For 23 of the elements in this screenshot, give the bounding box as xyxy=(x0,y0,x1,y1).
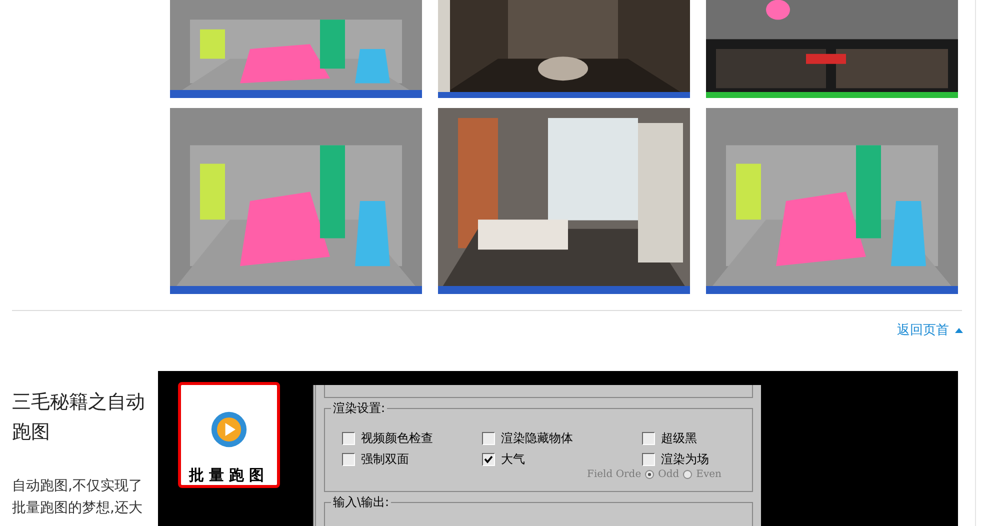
checkbox[interactable] xyxy=(342,432,355,445)
checkbox[interactable] xyxy=(642,453,655,466)
checkbox-label: 强制双面 xyxy=(361,452,409,467)
back-to-top-link[interactable]: 返回页首 xyxy=(897,321,949,339)
group-title: 渲染设置: xyxy=(331,400,388,416)
checkbox-label: 视频颜色检查 xyxy=(361,431,433,446)
radio-label: Odd xyxy=(658,469,680,480)
checkbox-label: 渲染为场 xyxy=(661,452,709,467)
logo-text: 批量跑图 xyxy=(189,466,269,485)
checkbox-label: 超级黑 xyxy=(661,431,697,446)
up-triangle-icon xyxy=(955,328,963,332)
checkbox[interactable] xyxy=(342,453,355,466)
checkbox[interactable] xyxy=(642,432,655,445)
article-title: 三毛秘籍之自动跑图 xyxy=(12,390,146,445)
checkbox-label: 渲染隐藏物体 xyxy=(501,431,573,446)
radio-label: Even xyxy=(696,469,722,480)
checkbox[interactable] xyxy=(482,453,495,466)
checkbox[interactable] xyxy=(482,432,495,445)
article-text: 自动跑图,不仅实现了批量跑图的梦想,还大 xyxy=(12,477,144,518)
checkbox-label: 大气 xyxy=(501,452,525,467)
group-title: 输入\输出: xyxy=(331,494,392,510)
field-order-label: Field Orde xyxy=(587,469,642,480)
play-icon xyxy=(209,411,249,448)
